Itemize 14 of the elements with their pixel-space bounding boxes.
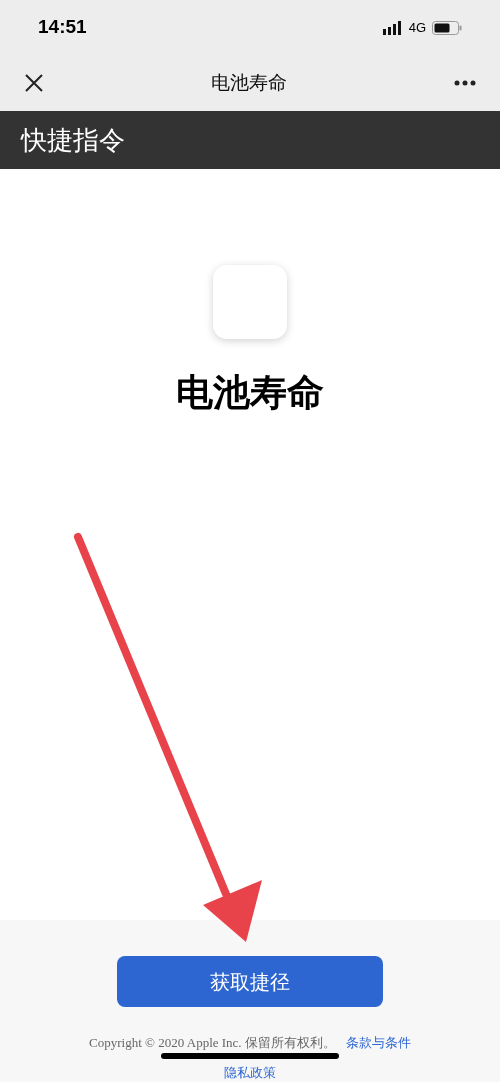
status-time: 14:51 — [38, 15, 87, 40]
close-icon[interactable] — [24, 73, 44, 93]
shortcut-icon — [213, 265, 287, 339]
nav-title: 电池寿命 — [211, 70, 287, 95]
get-shortcut-button[interactable]: 获取捷径 — [117, 956, 383, 1007]
network-label: 4G — [408, 18, 426, 37]
more-icon[interactable] — [454, 80, 476, 86]
header-title: 快捷指令 — [21, 123, 125, 157]
copyright-text: Copyright © 2020 Apple Inc. 保留所有权利。 — [89, 1034, 336, 1052]
shortcut-name: 电池寿命 — [176, 371, 324, 415]
battery-icon — [432, 20, 462, 35]
signal-icon — [382, 20, 403, 35]
footer-link[interactable]: 条款与条件 — [345, 1033, 411, 1053]
footer-link[interactable]: 隐私政策 — [224, 1062, 276, 1082]
